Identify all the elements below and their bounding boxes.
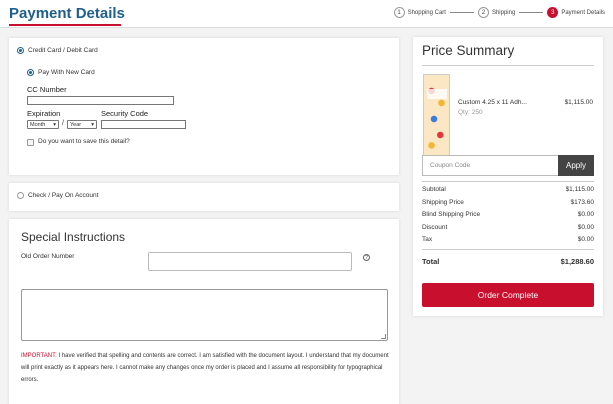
instructions-title: Special Instructions [21, 230, 126, 244]
cc-number-label: CC Number [27, 85, 67, 94]
shipping-label: Shipping Price [422, 199, 464, 206]
credit-card-panel: Credit Card / Debit Card Pay With New Ca… [9, 38, 399, 175]
page-title: Payment Details [9, 5, 125, 22]
check-radio[interactable] [17, 192, 24, 199]
thumbnail-label [427, 89, 447, 99]
important-text: I have verified that spelling and conten… [21, 353, 389, 383]
save-detail-label: Do you want to save this detail? [38, 138, 130, 145]
check-option[interactable]: Check / Pay On Account [17, 192, 98, 199]
date-separator: / [62, 120, 64, 127]
new-card-radio[interactable] [27, 69, 34, 76]
tax-label: Tax [422, 236, 433, 243]
step-label: Shopping Cart [407, 9, 446, 16]
total-value: $1,288.60 [560, 257, 594, 266]
total-row: Total $1,288.60 [422, 257, 594, 266]
summary-divider [422, 65, 594, 66]
chevron-down-icon: ▾ [91, 122, 94, 128]
new-card-option[interactable]: Pay With New Card [27, 69, 95, 76]
step-connector [449, 12, 474, 13]
subtotal-row: Subtotal $1,115.00 [422, 186, 594, 193]
credit-card-label: Credit Card / Debit Card [28, 47, 98, 55]
step-label: Shipping [491, 9, 516, 16]
month-value: Month [30, 122, 46, 128]
step-connector [519, 12, 544, 13]
checkout-steps: 1 Shopping Cart 2 Shipping 3 Payment Det… [393, 7, 605, 18]
discount-row: Discount $0.00 [422, 224, 594, 231]
chevron-down-icon: ▾ [53, 122, 56, 128]
year-value: Year [70, 122, 82, 128]
order-complete-button[interactable]: Order Complete [422, 283, 594, 307]
blind-shipping-row: Blind Shipping Price $0.00 [422, 211, 594, 218]
step-shipping[interactable]: 2 Shipping [477, 7, 516, 18]
step-number: 2 [477, 7, 489, 18]
step-label: Payment Details [561, 9, 605, 16]
item-price: $1,115.00 [564, 99, 593, 106]
month-select[interactable]: Month ▾ [27, 120, 59, 129]
subtotal-label: Subtotal [422, 186, 446, 193]
security-code-input[interactable] [101, 120, 186, 129]
help-icon[interactable]: ? [363, 254, 370, 261]
old-order-input[interactable] [148, 252, 352, 271]
important-label: IMPORTANT: [21, 353, 57, 359]
cc-number-input[interactable] [27, 96, 174, 105]
item-name: Custom 4.25 x 11 Adh... [458, 99, 527, 106]
summary-divider [422, 249, 594, 250]
resize-handle-icon[interactable] [381, 334, 386, 339]
step-number: 3 [547, 7, 559, 18]
shipping-value: $173.60 [570, 199, 595, 206]
instructions-textarea[interactable] [21, 289, 388, 341]
tax-value: $0.00 [577, 236, 594, 243]
step-payment-details: 3 Payment Details [547, 7, 605, 18]
product-thumbnail [423, 74, 450, 156]
shipping-row: Shipping Price $173.60 [422, 199, 594, 206]
blind-shipping-label: Blind Shipping Price [422, 211, 481, 218]
step-number: 1 [393, 7, 405, 18]
expiration-label: Expiration [27, 109, 61, 118]
check-label: Check / Pay On Account [28, 192, 99, 200]
coupon-input[interactable]: Coupon Code [422, 155, 558, 176]
credit-card-option[interactable]: Credit Card / Debit Card [17, 47, 98, 54]
old-order-label: Old Order Number [21, 253, 75, 260]
year-select[interactable]: Year ▾ [67, 120, 97, 129]
check-payment-panel: Check / Pay On Account [9, 183, 399, 211]
summary-divider [422, 181, 594, 182]
step-shopping-cart[interactable]: 1 Shopping Cart [393, 7, 446, 18]
discount-value: $0.00 [577, 224, 594, 231]
total-label: Total [422, 257, 440, 266]
summary-title: Price Summary [422, 43, 515, 58]
title-underline [9, 24, 121, 26]
credit-card-radio[interactable] [17, 47, 24, 54]
new-card-label: Pay With New Card [38, 69, 95, 77]
save-detail-checkbox[interactable] [27, 139, 34, 146]
discount-label: Discount [422, 224, 448, 231]
price-summary-panel: Price Summary Custom 4.25 x 11 Adh... Qt… [413, 37, 603, 316]
subtotal-value: $1,115.00 [565, 186, 594, 193]
security-code-label: Security Code [101, 109, 149, 118]
item-quantity: Qty: 250 [458, 109, 483, 116]
apply-coupon-button[interactable]: Apply [558, 155, 594, 176]
tax-row: Tax $0.00 [422, 236, 594, 243]
important-notice: IMPORTANT: I have verified that spelling… [21, 350, 389, 386]
blind-shipping-value: $0.00 [577, 211, 594, 218]
page-header: Payment Details 1 Shopping Cart 2 Shippi… [0, 0, 613, 28]
special-instructions-panel: Special Instructions Old Order Number ? … [9, 219, 399, 404]
